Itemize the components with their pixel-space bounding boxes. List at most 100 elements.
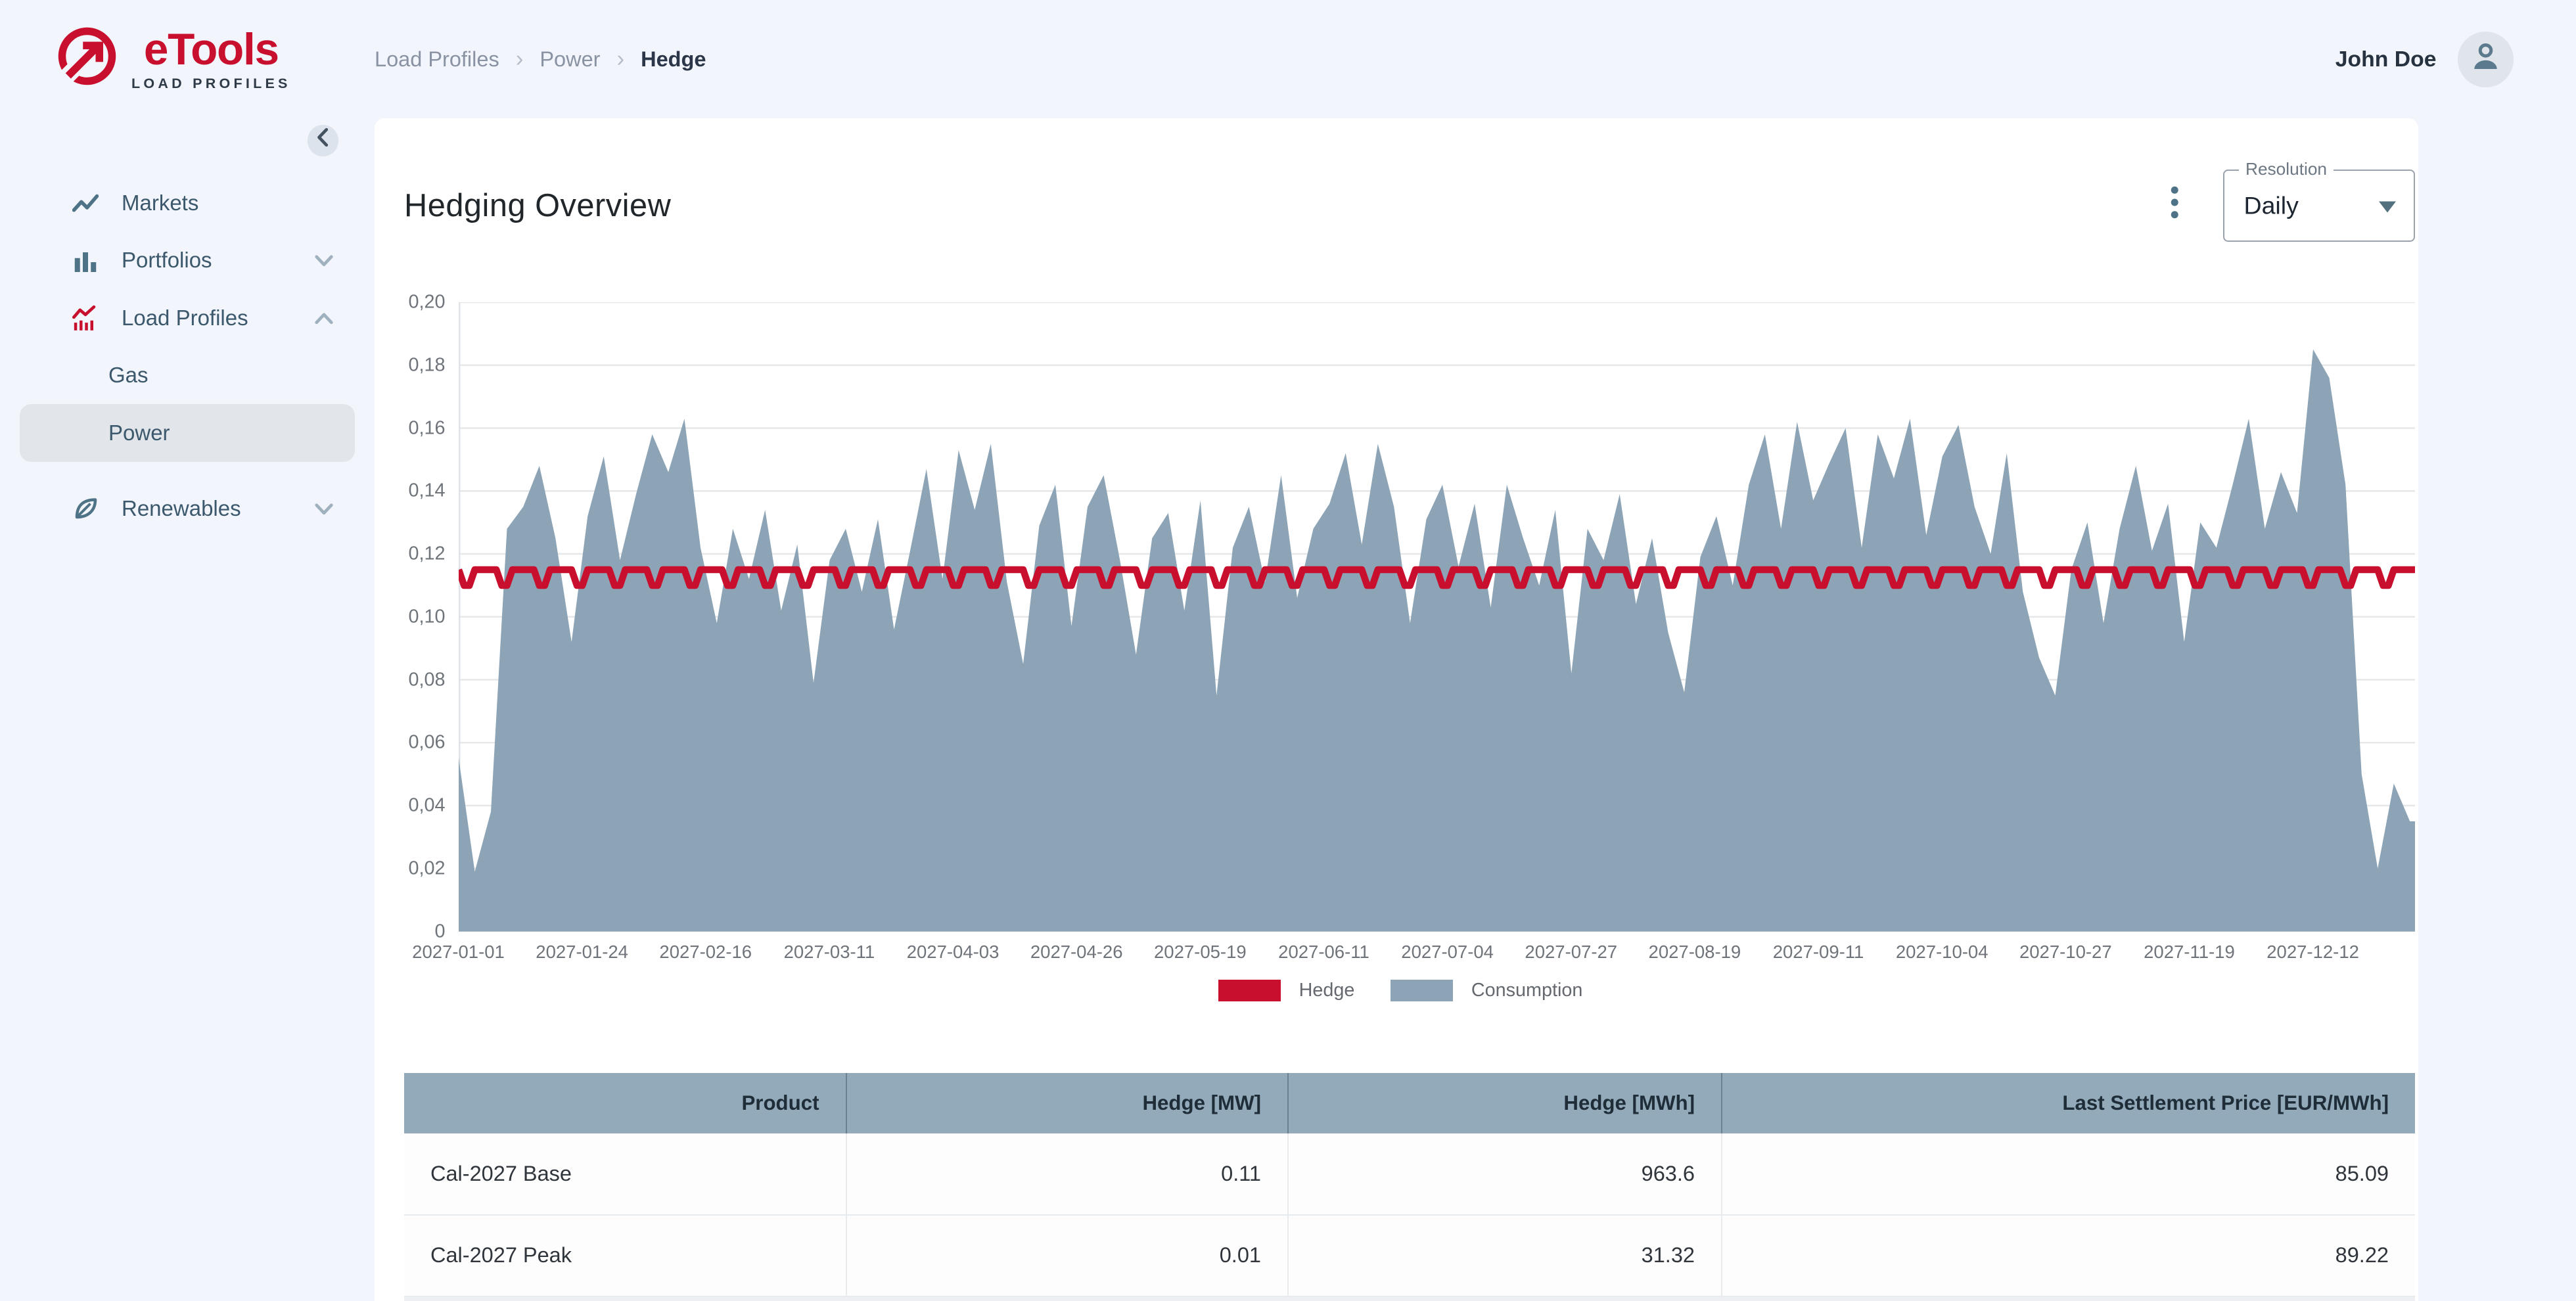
x-tick-label: 2027-08-19	[1648, 941, 1741, 962]
card-header: Hedging Overview Resolution Daily	[404, 159, 2415, 243]
hedging-overview-card: Hedging Overview Resolution Daily 0 0,02 0…	[375, 118, 2418, 1301]
sidebar: Markets Portfolios Load Profiles Gas Pow…	[0, 118, 375, 1301]
user-name: John Doe	[2335, 46, 2437, 72]
chart-plot-area	[458, 302, 2415, 932]
sidebar-collapse-button[interactable]	[307, 125, 338, 156]
column-header-product[interactable]: Product	[404, 1072, 847, 1133]
consumption-legend-label[interactable]: Consumption	[1471, 980, 1582, 1001]
next-row-cutoff	[404, 1297, 2415, 1301]
y-tick-label: 0,12	[408, 543, 446, 564]
cell-product: Cal-2027 Peak	[404, 1214, 847, 1297]
bar-chart-icon	[72, 247, 99, 273]
sidebar-item-label: Load Profiles	[122, 305, 248, 330]
table-row[interactable]: Cal-2027 Base 0.11 963.6 85.09	[404, 1133, 2415, 1216]
load-profiles-icon	[72, 305, 99, 331]
y-tick-label: 0,02	[408, 857, 446, 879]
etools-logo-icon	[51, 25, 118, 94]
sidebar-item-gas[interactable]: Gas	[0, 347, 375, 405]
x-tick-label: 2027-06-11	[1278, 941, 1369, 962]
breadcrumb: Load Profiles › Power › Hedge	[375, 46, 706, 72]
dropdown-arrow-icon	[2378, 201, 2396, 212]
sidebar-item-markets[interactable]: Markets	[0, 174, 375, 232]
resolution-select-value: Daily	[2243, 191, 2299, 219]
resolution-select[interactable]: Resolution Daily	[2222, 159, 2415, 242]
hedge-legend-label[interactable]: Hedge	[1299, 980, 1355, 1001]
cell-product: Cal-2027 Base	[404, 1133, 847, 1216]
y-tick-label: 0,10	[408, 606, 446, 628]
app-root: eTools LOAD PROFILES Load Profiles › Pow…	[0, 0, 2576, 1301]
chart-legend: Hedge Consumption	[404, 979, 2415, 1002]
avatar[interactable]	[2458, 31, 2514, 87]
sidebar-item-label: Gas	[108, 363, 149, 388]
brand-subtitle: LOAD PROFILES	[131, 75, 291, 91]
breadcrumb-load-profiles[interactable]: Load Profiles	[375, 47, 499, 72]
sidebar-item-label: Power	[108, 420, 170, 445]
y-tick-label: 0	[434, 921, 446, 942]
y-tick-label: 0,16	[408, 417, 446, 438]
column-header-hedge-mwh[interactable]: Hedge [MWh]	[1288, 1072, 1722, 1133]
cell-hedge-mwh: 31.32	[1288, 1214, 1722, 1297]
x-tick-label: 2027-07-27	[1525, 941, 1618, 962]
table-row[interactable]: Cal-2027 Peak 0.01 31.32 89.22	[404, 1214, 2415, 1297]
page-title: Hedging Overview	[404, 187, 672, 223]
resolution-select-label: Resolution	[2239, 159, 2334, 179]
y-tick-label: 0,08	[408, 669, 446, 690]
breadcrumb-separator: ›	[515, 46, 524, 72]
column-header-last-settlement-price[interactable]: Last Settlement Price [EUR/MWh]	[1722, 1072, 2415, 1133]
x-tick-label: 2027-09-11	[1772, 941, 1864, 962]
chevron-down-icon	[314, 496, 334, 521]
consumption-legend-swatch[interactable]	[1391, 980, 1454, 1001]
x-tick-label: 2027-05-19	[1153, 941, 1247, 962]
x-tick-label: 2027-01-24	[536, 941, 628, 962]
x-tick-label: 2027-01-01	[412, 941, 505, 962]
user-menu: John Doe	[2335, 31, 2576, 87]
table-header-row: Product Hedge [MW] Hedge [MWh] Last Sett…	[404, 1072, 2415, 1133]
more-options-button[interactable]	[2161, 179, 2189, 231]
x-tick-label: 2027-02-16	[659, 941, 752, 962]
kebab-menu-icon	[2171, 186, 2179, 225]
cell-settlement-price: 85.09	[1722, 1133, 2415, 1216]
breadcrumb-power[interactable]: Power	[540, 47, 600, 72]
sidebar-item-label: Portfolios	[122, 248, 212, 273]
chevron-left-icon	[316, 127, 329, 153]
hedge-legend-swatch[interactable]	[1218, 980, 1281, 1001]
sidebar-item-portfolios[interactable]: Portfolios	[0, 232, 375, 290]
hedging-chart: 0 0,02 0,04 0,06 0,08 0,10 0,12 0,14 0,16 0,18 0,2…	[404, 292, 2416, 963]
y-tick-label: 0,14	[408, 480, 446, 501]
cell-hedge-mw: 0.11	[846, 1133, 1289, 1216]
brand-name: eTools	[143, 24, 279, 74]
brand-logo[interactable]: eTools LOAD PROFILES	[0, 25, 375, 94]
x-tick-label: 2027-03-11	[783, 941, 875, 962]
y-tick-label: 0,04	[408, 794, 446, 816]
chart-y-axis-labels: 0 0,02 0,04 0,06 0,08 0,10 0,12 0,14 0,16 0,18 0,2…	[404, 292, 459, 942]
topbar: eTools LOAD PROFILES Load Profiles › Pow…	[0, 0, 2576, 118]
y-tick-label: 0,06	[408, 731, 446, 753]
y-tick-label: 0,20	[408, 291, 446, 313]
chevron-down-icon	[314, 248, 334, 273]
sidebar-item-label: Renewables	[122, 495, 241, 520]
leaf-icon	[72, 495, 99, 522]
cell-settlement-price: 89.22	[1722, 1214, 2415, 1297]
x-tick-label: 2027-11-19	[2144, 941, 2235, 962]
y-tick-label: 0,18	[408, 354, 446, 376]
column-header-hedge-mw[interactable]: Hedge [MW]	[846, 1072, 1289, 1133]
cell-hedge-mwh: 963.6	[1288, 1133, 1722, 1216]
sidebar-item-load-profiles[interactable]: Load Profiles	[0, 289, 375, 347]
sidebar-item-renewables[interactable]: Renewables	[0, 480, 375, 537]
x-tick-label: 2027-12-12	[2266, 941, 2359, 962]
breadcrumb-hedge-current: Hedge	[641, 47, 706, 71]
x-tick-label: 2027-10-27	[2019, 941, 2112, 962]
sidebar-item-label: Markets	[122, 190, 199, 215]
sidebar-menu: Markets Portfolios Load Profiles Gas Pow…	[0, 174, 375, 537]
x-tick-label: 2027-04-26	[1030, 941, 1123, 962]
sidebar-item-power-active[interactable]: Power	[20, 404, 355, 462]
x-tick-label: 2027-10-04	[1895, 941, 1989, 962]
trend-line-icon	[72, 190, 99, 216]
chart-x-axis-labels: 2027-01-01 2027-01-24 2027-02-16 2027-03-11…	[412, 941, 2416, 963]
person-icon	[2468, 38, 2504, 81]
x-tick-label: 2027-07-04	[1401, 941, 1494, 962]
x-tick-label: 2027-04-03	[906, 941, 1000, 962]
cell-hedge-mw: 0.01	[846, 1214, 1289, 1297]
breadcrumb-separator: ›	[616, 46, 625, 72]
hedge-products-table: Product Hedge [MW] Hedge [MWh] Last Sett…	[404, 1072, 2415, 1298]
